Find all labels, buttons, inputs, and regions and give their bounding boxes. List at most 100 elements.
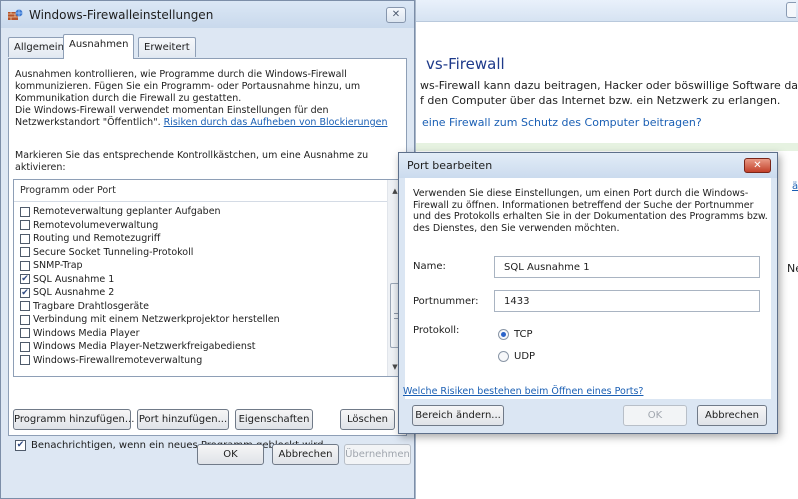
list-item-label: SQL Ausnahme 2 [33, 287, 115, 299]
title-bar[interactable]: Windows-Firewalleinstellungen ✕ [1, 1, 414, 28]
ok-button[interactable]: OK [197, 444, 264, 465]
tcp-label: TCP [514, 329, 533, 340]
exceptions-description: Ausnahmen kontrollieren, wie Programme d… [15, 69, 405, 129]
location-line: Die Windows-Firewall verwendet momentan … [15, 105, 329, 116]
control-panel-heading: vs-Firewall [426, 55, 505, 73]
udp-label: UDP [514, 351, 536, 362]
list-item[interactable]: Windows-Firewallremoteverwaltung [14, 354, 389, 368]
notify-checkbox[interactable] [15, 440, 26, 451]
edit-port-dialog: Port bearbeiten ✕ Verwenden Sie diese Ei… [398, 152, 778, 434]
list-item[interactable]: Verbindung mit einem Netzwerkprojektor h… [14, 313, 389, 327]
dialog-close-button[interactable]: ✕ [744, 158, 771, 173]
description-line: Ausnahmen kontrollieren, wie Programme d… [15, 69, 347, 80]
hint-line: aktivieren: [15, 162, 66, 173]
port-number-field[interactable] [494, 290, 760, 312]
network-location-text: Net [787, 262, 798, 275]
list-item-label: Secure Socket Tunneling-Protokoll [33, 246, 194, 258]
list-item-checkbox[interactable] [20, 247, 30, 258]
control-panel-description: ws-Firewall kann dazu beitragen, Hacker … [420, 78, 798, 108]
dialog-description-line: Firewall zu öffnen. Informationen betref… [413, 199, 754, 211]
location-text: Netzwerkstandort "Öffentlich". [15, 117, 164, 128]
tcp-radio[interactable] [498, 329, 509, 340]
properties-button[interactable]: Eigenschaften [235, 409, 313, 430]
list-item-checkbox[interactable] [20, 301, 30, 312]
exceptions-hint: Markieren Sie das entsprechende Kontroll… [15, 150, 405, 174]
dialog-cancel-button[interactable]: Abbrechen [697, 405, 767, 426]
firewall-icon [8, 9, 23, 20]
list-column-header[interactable]: Programm oder Port [14, 180, 389, 202]
list-item[interactable]: Tragbare Drahtlosgeräte [14, 300, 389, 314]
list-item[interactable]: Windows Media Player [14, 327, 389, 341]
port-risks-link[interactable]: Welche Risiken bestehen beim Öffnen eine… [403, 386, 643, 397]
list-item[interactable]: SQL Ausnahme 2 [14, 286, 389, 300]
status-stripe [416, 143, 798, 151]
list-item-label: Windows-Firewallremoteverwaltung [33, 354, 203, 366]
control-panel-description-line: f den Computer über das Internet bzw. ei… [420, 94, 781, 107]
protocol-tcp-option[interactable]: TCP [498, 329, 533, 340]
description-line: Kommunikation durch die Firewall zu gest… [15, 93, 242, 104]
name-field[interactable] [494, 256, 760, 278]
tab-erweitert[interactable]: Erweitert [138, 37, 196, 57]
dialog-body: Verwenden Sie diese Einstellungen, um ei… [405, 178, 771, 399]
port-label: Portnummer: [413, 296, 479, 307]
list-item-label: Remoteverwaltung geplanter Aufgaben [33, 206, 221, 218]
exceptions-list-rows: Remoteverwaltung geplanter Aufgaben Remot… [14, 205, 389, 367]
list-item[interactable]: Remoteverwaltung geplanter Aufgaben [14, 205, 389, 219]
list-item-label: SQL Ausnahme 1 [33, 273, 115, 285]
change-scope-button[interactable]: Bereich ändern... [412, 405, 504, 426]
dialog-description-line: des Dienstes, den Sie verwenden möchten. [413, 222, 620, 234]
list-item-checkbox[interactable] [20, 314, 30, 325]
protocol-udp-option[interactable]: UDP [498, 351, 535, 362]
list-item-label: Verbindung mit einem Netzwerkprojektor h… [33, 314, 280, 326]
dialog-title: Port bearbeiten [407, 159, 493, 172]
list-item-checkbox[interactable] [20, 206, 30, 217]
hint-line: Markieren Sie das entsprechende Kontroll… [15, 150, 369, 161]
tab-ausnahmen[interactable]: Ausnahmen [63, 34, 135, 59]
firewall-help-link[interactable]: eine Firewall zum Schutz des Computer be… [422, 116, 702, 129]
exceptions-panel: Ausnahmen kontrollieren, wie Programme d… [8, 58, 407, 451]
change-settings-link[interactable]: ä [792, 181, 798, 192]
minimize-button[interactable] [786, 2, 796, 18]
dialog-description-line: Verwenden Sie diese Einstellungen, um ei… [413, 188, 749, 199]
list-item-label: SNMP-Trap [33, 260, 83, 272]
list-item-checkbox[interactable] [20, 274, 30, 285]
dialog-description: Verwenden Sie diese Einstellungen, um ei… [413, 188, 768, 234]
dialog-description-line: und des Protokolls erhalten Sie in der D… [413, 211, 768, 222]
list-item[interactable]: Remotevolumeverwaltung [14, 219, 389, 233]
dialog-title-bar[interactable]: Port bearbeiten ✕ [399, 153, 777, 178]
window-title: Windows-Firewalleinstellungen [29, 8, 214, 22]
close-button[interactable]: ✕ [386, 7, 406, 23]
list-item[interactable]: SNMP-Trap [14, 259, 389, 273]
name-label: Name: [413, 261, 446, 272]
list-item-checkbox[interactable] [20, 341, 30, 352]
list-item[interactable]: Routing und Remotezugriff [14, 232, 389, 246]
firewall-settings-window: Windows-Firewalleinstellungen ✕ Allgemei… [0, 0, 415, 499]
udp-radio[interactable] [498, 351, 509, 362]
list-item-label: Windows Media Player-Netzwerkfreigabedie… [33, 341, 256, 353]
add-program-button[interactable]: Programm hinzufügen... [13, 409, 134, 430]
control-panel-description-line: ws-Firewall kann dazu beitragen, Hacker … [420, 79, 798, 92]
tab-allgemein[interactable]: Allgemein [8, 37, 70, 57]
list-item-checkbox[interactable] [20, 328, 30, 339]
list-item-label: Tragbare Drahtlosgeräte [33, 300, 149, 312]
list-item[interactable]: Secure Socket Tunneling-Protokoll [14, 246, 389, 260]
dialog-ok-button[interactable]: OK [623, 405, 687, 426]
unblock-risks-link[interactable]: Risiken durch das Aufheben von Blockieru… [164, 117, 388, 128]
cancel-button[interactable]: Abbrechen [272, 444, 339, 465]
list-item-label: Routing und Remotezugriff [33, 233, 161, 245]
delete-button[interactable]: Löschen [340, 409, 395, 430]
list-item-checkbox[interactable] [20, 287, 30, 298]
apply-button[interactable]: Übernehmen [344, 444, 411, 465]
add-port-button[interactable]: Port hinzufügen... [137, 409, 229, 430]
protocol-label: Protokoll: [413, 325, 460, 336]
list-item-checkbox[interactable] [20, 260, 30, 271]
description-line: kommunizieren. Fügen Sie ein Programm- o… [15, 81, 361, 92]
list-item-label: Remotevolumeverwaltung [33, 219, 159, 231]
exceptions-list[interactable]: Programm oder Port Remoteverwaltung gepl… [13, 179, 403, 377]
list-item[interactable]: Windows Media Player-Netzwerkfreigabedie… [14, 340, 389, 354]
list-item-checkbox[interactable] [20, 233, 30, 244]
list-item[interactable]: SQL Ausnahme 1 [14, 273, 389, 287]
list-item-checkbox[interactable] [20, 355, 30, 366]
location-line: Netzwerkstandort "Öffentlich". Risiken d… [15, 117, 405, 129]
list-item-checkbox[interactable] [20, 220, 30, 231]
